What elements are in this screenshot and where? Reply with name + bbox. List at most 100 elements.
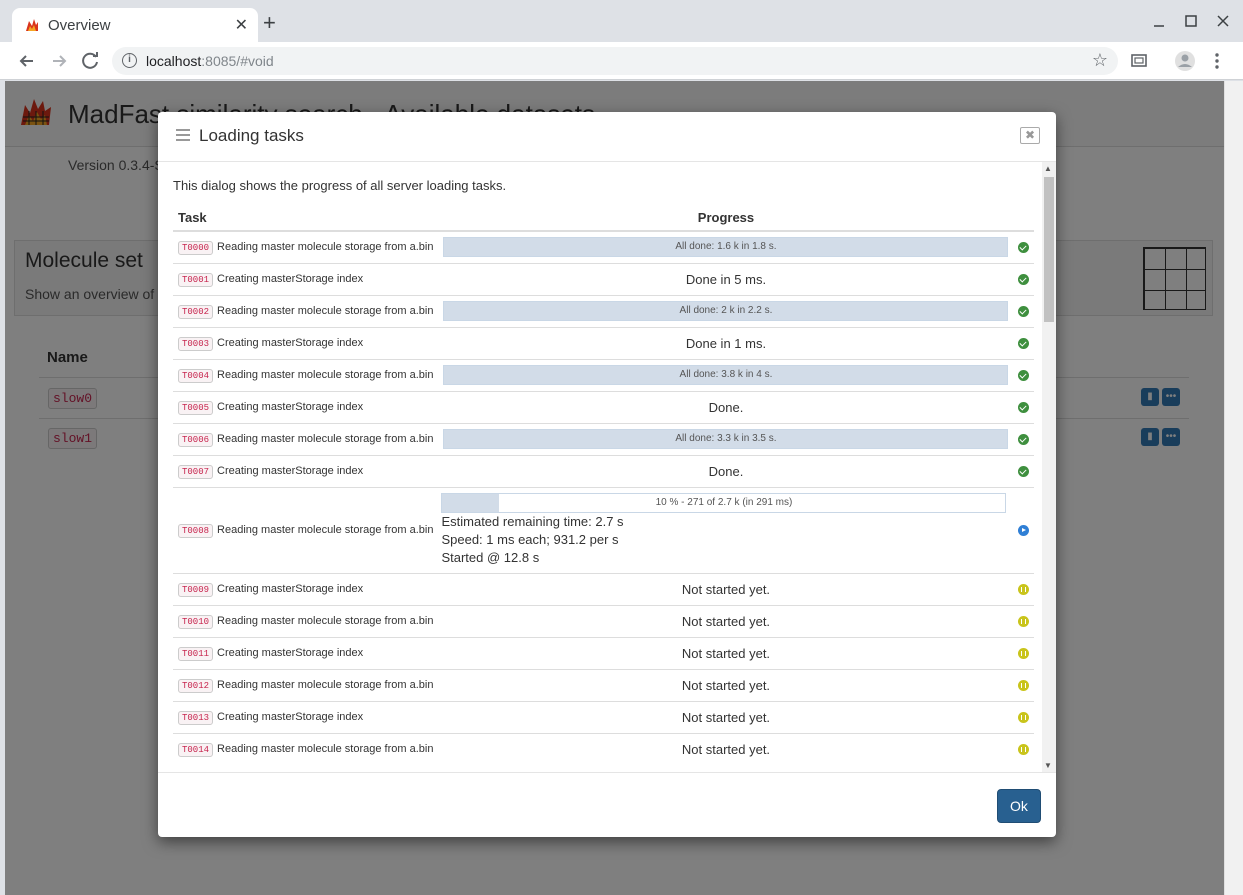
modal-scrollbar[interactable]: ▲ ▼	[1042, 162, 1056, 772]
maximize-icon[interactable]	[1185, 15, 1197, 27]
task-name: Creating masterStorage index	[217, 711, 364, 723]
status-cell	[1013, 700, 1035, 733]
task-cell: T0001 Creating masterStorage index	[173, 262, 439, 295]
bookmark-star-icon[interactable]: ☆	[1092, 50, 1108, 71]
reload-icon[interactable]	[78, 48, 104, 74]
progress-bar: All done: 1.6 k in 1.8 s.	[443, 237, 1009, 258]
progress-detail: Started @ 12.8 s	[441, 549, 540, 565]
progress-bar: All done: 2 k in 2.2 s.	[443, 301, 1009, 321]
task-id: T0001	[178, 273, 214, 287]
status-cell	[1013, 572, 1035, 605]
close-window-icon[interactable]	[1217, 15, 1229, 27]
task-row: T0008 Reading master molecule storage fro…	[173, 486, 1035, 573]
minimize-icon[interactable]	[1153, 18, 1165, 30]
progress-cell: Not started yet.	[438, 668, 1014, 701]
task-name: Creating masterStorage index	[217, 273, 364, 285]
tasks-table: Task Progress T0000 Reading master molecu…	[173, 205, 1035, 765]
progress-cell: All done: 2 k in 2.2 s.	[438, 294, 1014, 327]
task-row: T0013 Creating masterStorage index Not sta…	[173, 700, 1035, 733]
progress-label: All done: 2 k in 2.2 s.	[679, 305, 773, 316]
progress-label: 10 % - 271 of 2.7 k (in 291 ms)	[655, 496, 793, 508]
profile-avatar-icon[interactable]	[1174, 50, 1196, 72]
check-circle-icon	[1018, 401, 1030, 413]
task-name: Creating masterStorage index	[217, 465, 364, 477]
url-host: localhost	[146, 53, 202, 69]
task-name: Reading master molecule storage from a.b…	[217, 433, 434, 445]
pause-circle-icon	[1018, 743, 1030, 755]
task-row: T0006 Reading master molecule storage fro…	[173, 422, 1035, 455]
ok-button[interactable]: Ok	[997, 789, 1041, 823]
progress-text: Not started yet.	[681, 613, 771, 629]
menu-kebab-icon[interactable]	[1212, 52, 1222, 70]
progress-cell: All done: 3.8 k in 4 s.	[438, 358, 1014, 391]
task-row: T0007 Creating masterStorage index Done.	[173, 454, 1035, 487]
status-cell	[1013, 486, 1035, 573]
task-id: T0004	[178, 369, 214, 383]
progress-cell: Not started yet.	[438, 604, 1014, 637]
progress-bar: All done: 3.8 k in 4 s.	[443, 365, 1009, 385]
task-cell: T0011 Creating masterStorage index	[173, 636, 439, 669]
progress-text: Not started yet.	[681, 677, 771, 693]
progress-label: All done: 3.3 k in 3.5 s.	[675, 433, 777, 444]
task-id: T0002	[178, 305, 214, 319]
progress-cell: Done.	[438, 454, 1014, 487]
task-id: T0013	[178, 711, 214, 725]
play-circle-icon	[1018, 524, 1030, 536]
scroll-down-icon[interactable]: ▼	[1044, 761, 1052, 770]
status-cell	[1013, 230, 1035, 263]
modal-header: Loading tasks ✖	[158, 112, 1056, 162]
forward-icon[interactable]	[46, 48, 72, 74]
status-cell	[1013, 326, 1035, 359]
status-cell	[1013, 604, 1035, 637]
progress-label: All done: 3.8 k in 4 s.	[679, 369, 773, 380]
task-name: Creating masterStorage index	[217, 401, 364, 413]
status-cell	[1013, 294, 1035, 327]
site-info-icon[interactable]: i	[122, 53, 137, 68]
tab-close-icon[interactable]: ✕	[235, 15, 248, 35]
check-circle-icon	[1018, 273, 1030, 285]
progress-text: Not started yet.	[681, 709, 771, 725]
close-icon[interactable]: ✖	[1020, 127, 1040, 144]
check-circle-icon	[1018, 305, 1030, 317]
task-name: Reading master molecule storage from a.b…	[217, 241, 434, 254]
task-id: T0007	[178, 465, 214, 479]
status-cell	[1013, 358, 1035, 391]
task-cell: T0008 Reading master molecule storage fro…	[173, 486, 439, 573]
task-id: T0012	[178, 679, 214, 693]
task-row: T0010 Reading master molecule storage fro…	[173, 604, 1035, 637]
task-row: T0000 Reading master molecule storage fro…	[173, 230, 1035, 263]
check-circle-icon	[1018, 241, 1030, 253]
page-scrollbar[interactable]	[1224, 81, 1243, 895]
address-bar[interactable]: i localhost:8085/#void ☆	[112, 47, 1118, 75]
task-id: T0009	[178, 583, 214, 597]
progress-text: Done in 1 ms.	[685, 335, 767, 351]
pause-circle-icon	[1018, 679, 1030, 691]
new-tab-button[interactable]: +	[263, 12, 276, 34]
task-column-header: Task	[173, 205, 439, 232]
task-name: Reading master molecule storage from a.b…	[217, 524, 434, 536]
task-id: T0014	[178, 743, 214, 758]
task-row: T0009 Creating masterStorage index Not sta…	[173, 572, 1035, 605]
task-cell: T0014 Reading master molecule storage fro…	[173, 732, 439, 765]
back-icon[interactable]	[14, 48, 40, 74]
task-id: T0008	[178, 524, 214, 538]
cast-icon[interactable]	[1130, 52, 1148, 70]
task-cell: T0000 Reading master molecule storage fro…	[173, 230, 439, 263]
task-cell: T0006 Reading master molecule storage fro…	[173, 422, 439, 455]
task-row: T0005 Creating masterStorage index Done.	[173, 390, 1035, 423]
intro-text: This dialog shows the progress of all se…	[173, 178, 507, 193]
task-row: T0014 Reading master molecule storage fro…	[173, 732, 1035, 765]
task-name: Creating masterStorage index	[217, 337, 364, 349]
scrollbar-thumb[interactable]	[1044, 177, 1054, 322]
browser-tab[interactable]: Overview ✕	[12, 8, 258, 42]
pause-circle-icon	[1018, 647, 1030, 659]
progress-cell: Not started yet.	[438, 636, 1014, 669]
progress-bar: 10 % - 271 of 2.7 k (in 291 ms)	[441, 492, 1007, 513]
url-text: localhost:8085/#void	[146, 53, 274, 69]
status-cell	[1013, 422, 1035, 455]
status-cell	[1013, 732, 1035, 765]
progress-cell: Done in 5 ms.	[438, 262, 1014, 295]
check-circle-icon	[1018, 465, 1030, 477]
task-id: T0010	[178, 615, 214, 629]
scroll-up-icon[interactable]: ▲	[1044, 164, 1052, 173]
